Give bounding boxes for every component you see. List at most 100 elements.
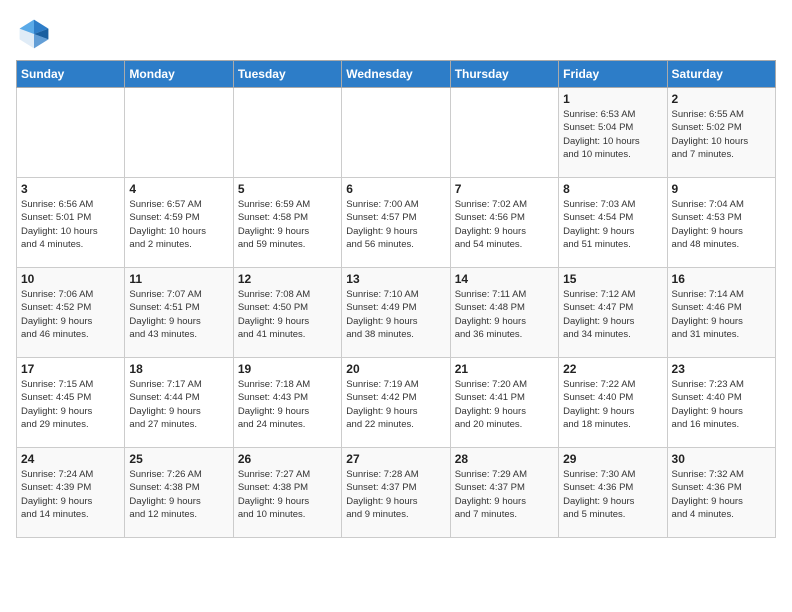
day-number: 5	[238, 182, 337, 196]
calendar-day-cell: 30 Sunrise: 7:32 AM Sunset: 4:36 PM Dayli…	[667, 448, 775, 538]
calendar-day-cell: 28 Sunrise: 7:29 AM Sunset: 4:37 PM Dayli…	[450, 448, 558, 538]
calendar-day-cell: 13 Sunrise: 7:10 AM Sunset: 4:49 PM Dayli…	[342, 268, 450, 358]
day-number: 7	[455, 182, 554, 196]
day-info: Sunrise: 6:56 AM Sunset: 5:01 PM Dayligh…	[21, 198, 120, 251]
day-number: 27	[346, 452, 445, 466]
calendar-day-cell: 11 Sunrise: 7:07 AM Sunset: 4:51 PM Dayli…	[125, 268, 233, 358]
day-info: Sunrise: 7:12 AM Sunset: 4:47 PM Dayligh…	[563, 288, 662, 341]
day-number: 18	[129, 362, 228, 376]
day-info: Sunrise: 7:18 AM Sunset: 4:43 PM Dayligh…	[238, 378, 337, 431]
day-number: 28	[455, 452, 554, 466]
day-info: Sunrise: 7:19 AM Sunset: 4:42 PM Dayligh…	[346, 378, 445, 431]
calendar-day-cell	[125, 88, 233, 178]
day-number: 13	[346, 272, 445, 286]
weekday-header-row: SundayMondayTuesdayWednesdayThursdayFrid…	[17, 61, 776, 88]
day-number: 24	[21, 452, 120, 466]
day-number: 4	[129, 182, 228, 196]
day-info: Sunrise: 7:22 AM Sunset: 4:40 PM Dayligh…	[563, 378, 662, 431]
day-info: Sunrise: 6:57 AM Sunset: 4:59 PM Dayligh…	[129, 198, 228, 251]
calendar-day-cell: 23 Sunrise: 7:23 AM Sunset: 4:40 PM Dayli…	[667, 358, 775, 448]
day-number: 20	[346, 362, 445, 376]
calendar-week-row: 10 Sunrise: 7:06 AM Sunset: 4:52 PM Dayli…	[17, 268, 776, 358]
day-number: 6	[346, 182, 445, 196]
calendar-day-cell: 2 Sunrise: 6:55 AM Sunset: 5:02 PM Daylig…	[667, 88, 775, 178]
day-info: Sunrise: 6:59 AM Sunset: 4:58 PM Dayligh…	[238, 198, 337, 251]
calendar-body: 1 Sunrise: 6:53 AM Sunset: 5:04 PM Daylig…	[17, 88, 776, 538]
calendar-day-cell	[233, 88, 341, 178]
calendar-day-cell: 10 Sunrise: 7:06 AM Sunset: 4:52 PM Dayli…	[17, 268, 125, 358]
calendar-week-row: 1 Sunrise: 6:53 AM Sunset: 5:04 PM Daylig…	[17, 88, 776, 178]
calendar-day-cell: 12Sunrise: 7:08 AM Sunset: 4:50 PM Dayli…	[233, 268, 341, 358]
calendar-day-cell: 9 Sunrise: 7:04 AM Sunset: 4:53 PM Daylig…	[667, 178, 775, 268]
day-number: 26	[238, 452, 337, 466]
day-info: Sunrise: 7:06 AM Sunset: 4:52 PM Dayligh…	[21, 288, 120, 341]
day-info: Sunrise: 7:20 AM Sunset: 4:41 PM Dayligh…	[455, 378, 554, 431]
calendar-day-cell: 16 Sunrise: 7:14 AM Sunset: 4:46 PM Dayli…	[667, 268, 775, 358]
calendar-day-cell	[450, 88, 558, 178]
calendar-week-row: 17 Sunrise: 7:15 AM Sunset: 4:45 PM Dayli…	[17, 358, 776, 448]
day-info: Sunrise: 6:55 AM Sunset: 5:02 PM Dayligh…	[672, 108, 771, 161]
day-number: 25	[129, 452, 228, 466]
day-info: Sunrise: 7:08 AM Sunset: 4:50 PM Dayligh…	[238, 288, 337, 341]
day-info: Sunrise: 7:17 AM Sunset: 4:44 PM Dayligh…	[129, 378, 228, 431]
weekday-header-cell: Wednesday	[342, 61, 450, 88]
day-info: Sunrise: 7:03 AM Sunset: 4:54 PM Dayligh…	[563, 198, 662, 251]
day-number: 19	[238, 362, 337, 376]
day-number: 15	[563, 272, 662, 286]
day-info: Sunrise: 7:14 AM Sunset: 4:46 PM Dayligh…	[672, 288, 771, 341]
calendar-day-cell: 15 Sunrise: 7:12 AM Sunset: 4:47 PM Dayli…	[559, 268, 667, 358]
day-info: Sunrise: 7:07 AM Sunset: 4:51 PM Dayligh…	[129, 288, 228, 341]
calendar-day-cell: 27 Sunrise: 7:28 AM Sunset: 4:37 PM Dayli…	[342, 448, 450, 538]
day-number: 10	[21, 272, 120, 286]
day-info: Sunrise: 6:53 AM Sunset: 5:04 PM Dayligh…	[563, 108, 662, 161]
calendar-day-cell: 7 Sunrise: 7:02 AM Sunset: 4:56 PM Daylig…	[450, 178, 558, 268]
day-info: Sunrise: 7:11 AM Sunset: 4:48 PM Dayligh…	[455, 288, 554, 341]
day-info: Sunrise: 7:27 AM Sunset: 4:38 PM Dayligh…	[238, 468, 337, 521]
day-number: 3	[21, 182, 120, 196]
calendar-day-cell: 17 Sunrise: 7:15 AM Sunset: 4:45 PM Dayli…	[17, 358, 125, 448]
day-info: Sunrise: 7:30 AM Sunset: 4:36 PM Dayligh…	[563, 468, 662, 521]
day-info: Sunrise: 7:10 AM Sunset: 4:49 PM Dayligh…	[346, 288, 445, 341]
calendar-week-row: 24Sunrise: 7:24 AM Sunset: 4:39 PM Dayli…	[17, 448, 776, 538]
calendar-day-cell: 4 Sunrise: 6:57 AM Sunset: 4:59 PM Daylig…	[125, 178, 233, 268]
day-number: 11	[129, 272, 228, 286]
calendar-day-cell: 19 Sunrise: 7:18 AM Sunset: 4:43 PM Dayli…	[233, 358, 341, 448]
calendar-day-cell: 29 Sunrise: 7:30 AM Sunset: 4:36 PM Dayli…	[559, 448, 667, 538]
day-number: 17	[21, 362, 120, 376]
calendar-day-cell	[17, 88, 125, 178]
day-number: 29	[563, 452, 662, 466]
calendar-day-cell: 5 Sunrise: 6:59 AM Sunset: 4:58 PM Daylig…	[233, 178, 341, 268]
day-info: Sunrise: 7:23 AM Sunset: 4:40 PM Dayligh…	[672, 378, 771, 431]
calendar-day-cell: 25 Sunrise: 7:26 AM Sunset: 4:38 PM Dayli…	[125, 448, 233, 538]
day-info: Sunrise: 7:29 AM Sunset: 4:37 PM Dayligh…	[455, 468, 554, 521]
day-number: 22	[563, 362, 662, 376]
calendar-table: SundayMondayTuesdayWednesdayThursdayFrid…	[16, 60, 776, 538]
calendar-day-cell: 8 Sunrise: 7:03 AM Sunset: 4:54 PM Daylig…	[559, 178, 667, 268]
day-info: Sunrise: 7:02 AM Sunset: 4:56 PM Dayligh…	[455, 198, 554, 251]
calendar-day-cell: 24Sunrise: 7:24 AM Sunset: 4:39 PM Dayli…	[17, 448, 125, 538]
calendar-day-cell: 3 Sunrise: 6:56 AM Sunset: 5:01 PM Daylig…	[17, 178, 125, 268]
day-info: Sunrise: 7:32 AM Sunset: 4:36 PM Dayligh…	[672, 468, 771, 521]
day-info: Sunrise: 7:04 AM Sunset: 4:53 PM Dayligh…	[672, 198, 771, 251]
logo	[16, 16, 56, 52]
weekday-header-cell: Thursday	[450, 61, 558, 88]
day-number: 30	[672, 452, 771, 466]
day-info: Sunrise: 7:26 AM Sunset: 4:38 PM Dayligh…	[129, 468, 228, 521]
weekday-header-cell: Friday	[559, 61, 667, 88]
logo-icon	[16, 16, 52, 52]
day-number: 9	[672, 182, 771, 196]
calendar-day-cell: 22 Sunrise: 7:22 AM Sunset: 4:40 PM Dayli…	[559, 358, 667, 448]
day-info: Sunrise: 7:00 AM Sunset: 4:57 PM Dayligh…	[346, 198, 445, 251]
calendar-day-cell: 26 Sunrise: 7:27 AM Sunset: 4:38 PM Dayli…	[233, 448, 341, 538]
day-number: 1	[563, 92, 662, 106]
weekday-header-cell: Monday	[125, 61, 233, 88]
day-number: 2	[672, 92, 771, 106]
calendar-day-cell: 21Sunrise: 7:20 AM Sunset: 4:41 PM Dayli…	[450, 358, 558, 448]
day-number: 14	[455, 272, 554, 286]
day-number: 8	[563, 182, 662, 196]
day-number: 23	[672, 362, 771, 376]
day-number: 16	[672, 272, 771, 286]
calendar-day-cell: 1 Sunrise: 6:53 AM Sunset: 5:04 PM Daylig…	[559, 88, 667, 178]
day-info: Sunrise: 7:15 AM Sunset: 4:45 PM Dayligh…	[21, 378, 120, 431]
day-info: Sunrise: 7:28 AM Sunset: 4:37 PM Dayligh…	[346, 468, 445, 521]
